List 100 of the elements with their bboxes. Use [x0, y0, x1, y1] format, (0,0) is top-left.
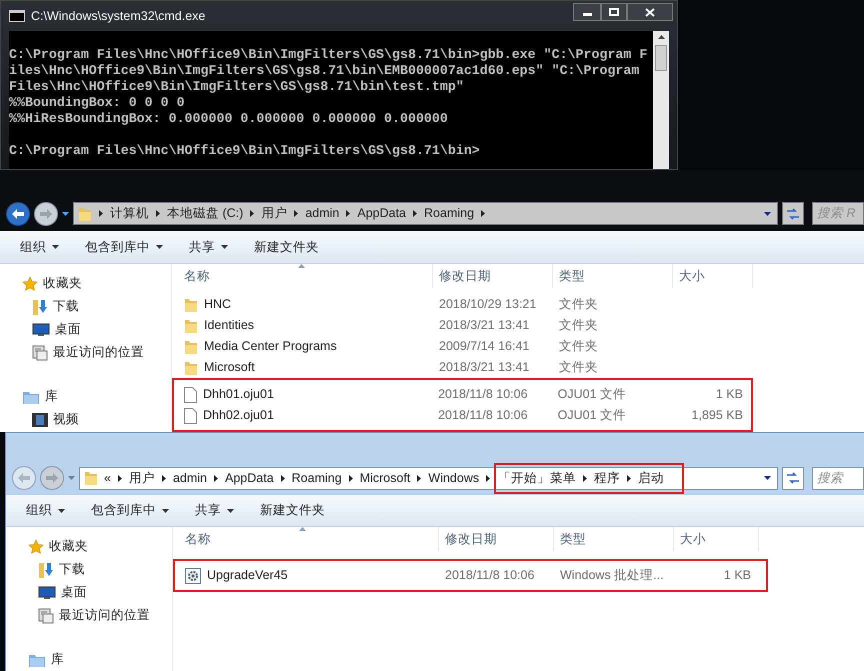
file-row[interactable]: Dhh01.oju01 2018/11/8 10:06 OJU01 文件 1 KB: [178, 384, 751, 405]
address-bar[interactable]: 计算机 本地磁盘 (C:) 用户 admin AppData Roaming: [73, 202, 778, 226]
breadcrumb-item[interactable]: 本地磁盘 (C:): [167, 204, 244, 223]
star-icon: [28, 538, 44, 554]
file-row[interactable]: UpgradeVer45 2018/11/8 10:06 Windows 批处理... 1 KB: [179, 565, 766, 586]
nav-item[interactable]: 桌面: [0, 318, 171, 341]
forward-button[interactable]: [34, 202, 58, 226]
breadcrumb-item[interactable]: admin: [305, 204, 340, 223]
breadcrumb-item[interactable]: admin: [172, 468, 207, 488]
column-header[interactable]: 修改日期: [433, 264, 553, 288]
caret-icon: [58, 508, 65, 512]
console-line: C:\Program Files\Hnc\HOffice9\Bin\ImgFilters\GS\gs8.71\bin>: [9, 143, 481, 159]
chevron-icon: [417, 474, 422, 482]
chevron-icon: [627, 474, 632, 482]
breadcrumb-item[interactable]: 「开始」菜单: [498, 468, 576, 488]
file-row[interactable]: Media Center Programs 2009/7/14 16:41 文件夹: [178, 336, 864, 357]
file-row[interactable]: Dhh02.oju01 2018/11/8 10:06 OJU01 文件 1,895 KB: [178, 405, 751, 426]
console-line: iles\Hnc\HOffice9\Bin\ImgFilters\GS\gs8.71\bin\EMB000007ac1d60.eps" "C:\Program: [9, 63, 640, 79]
nav-item[interactable]: 桌面: [6, 581, 172, 604]
refresh-button[interactable]: [782, 466, 804, 490]
chevron-icon: [118, 474, 122, 482]
nav-item[interactable]: 收藏夹: [6, 535, 172, 558]
breadcrumb-item[interactable]: 用户: [261, 204, 288, 223]
breadcrumb-item[interactable]: AppData: [225, 468, 274, 488]
toolbar-button[interactable]: 包含到库中: [83, 498, 177, 524]
window-title: C:\Windows\system32\cmd.exe: [31, 8, 206, 25]
toolbar-button[interactable]: 新建文件夹: [246, 234, 327, 260]
chevron-icon: [214, 474, 218, 482]
chevron-icon: [162, 474, 166, 482]
download-folder-icon: [38, 560, 54, 578]
toolbar-button[interactable]: 组织: [18, 498, 73, 524]
column-header[interactable]: 名称: [178, 264, 433, 288]
breadcrumb-item[interactable]: Windows: [428, 468, 480, 488]
toolbar-button[interactable]: 包含到库中: [77, 234, 171, 260]
toolbar-button[interactable]: 组织: [12, 234, 67, 260]
file-type: 文件夹: [559, 339, 598, 354]
column-header[interactable]: 类型: [554, 527, 674, 551]
file-size: 1 KB: [724, 568, 751, 582]
nav-item[interactable]: 收藏夹: [0, 272, 171, 295]
breadcrumb-item[interactable]: AppData: [357, 204, 406, 223]
console-line: %%HiResBoundingBox: 0.000000 0.000000 0.000000 0.000000: [9, 111, 449, 127]
download-folder-icon: [32, 298, 48, 316]
toolbar-button[interactable]: 共享: [181, 234, 236, 260]
close-button[interactable]: [627, 3, 673, 21]
nav-item[interactable]: 库: [6, 648, 172, 671]
breadcrumb-item[interactable]: Microsoft: [360, 468, 410, 488]
column-header[interactable]: 大小: [673, 264, 753, 288]
minimize-icon: [582, 13, 592, 16]
breadcrumb-item[interactable]: 用户: [128, 468, 155, 488]
column-header[interactable]: 类型: [553, 264, 673, 288]
file-size: 1,895 KB: [692, 408, 743, 422]
refresh-button[interactable]: [782, 202, 804, 226]
nav-item[interactable]: 库: [0, 385, 171, 408]
refresh-icon: [786, 208, 800, 220]
scroll-up-icon: [658, 35, 664, 39]
caret-icon: [764, 476, 771, 480]
file-date: 2018/3/21 13:41: [439, 360, 530, 374]
scrollbar-thumb[interactable]: [655, 45, 667, 71]
caret-icon: [764, 212, 771, 216]
file-date: 2018/3/21 13:41: [439, 318, 530, 332]
column-header[interactable]: 修改日期: [439, 527, 554, 551]
nav-item[interactable]: 最近访问的位置: [0, 341, 171, 364]
breadcrumb-item[interactable]: 程序: [594, 468, 620, 488]
maximize-button[interactable]: [601, 3, 627, 21]
file-name: Dhh02.oju01: [203, 407, 274, 424]
folder-icon: [184, 318, 198, 334]
caret-icon: [221, 245, 228, 250]
file-row[interactable]: HNC 2018/10/29 13:21 文件夹: [178, 294, 864, 315]
minimize-button[interactable]: [573, 3, 601, 21]
nav-item[interactable]: 视频: [0, 408, 171, 431]
column-header[interactable]: 大小: [674, 527, 759, 551]
file-row[interactable]: Identities 2018/3/21 13:41 文件夹: [178, 315, 864, 336]
file-name: UpgradeVer45: [207, 567, 288, 584]
chevron-icon: [348, 474, 353, 482]
file-date: 2018/11/8 10:06: [438, 408, 528, 422]
console-icon: [9, 10, 25, 22]
film-icon: [32, 412, 48, 426]
close-icon: [645, 8, 655, 16]
nav-item[interactable]: 最近访问的位置: [6, 604, 172, 627]
refresh-icon: [786, 472, 800, 484]
caret-icon: [68, 476, 75, 480]
column-header[interactable]: 名称: [179, 527, 439, 551]
file-name: HNC: [204, 296, 232, 314]
scrollbar[interactable]: [653, 31, 669, 169]
chevron-icon: [280, 474, 285, 482]
nav-item[interactable]: 下载: [0, 295, 171, 318]
toolbar-button[interactable]: 共享: [187, 498, 242, 524]
file-row[interactable]: Microsoft 2018/3/21 13:41 文件夹: [178, 357, 864, 378]
file-type: OJU01 文件: [558, 387, 626, 402]
breadcrumb-item[interactable]: Roaming: [292, 468, 342, 488]
breadcrumb-item[interactable]: 启动: [638, 468, 664, 488]
back-button[interactable]: [6, 202, 30, 226]
recent-places-icon: [38, 608, 54, 624]
file-type: Windows 批处理...: [560, 568, 664, 582]
folder-icon: [78, 206, 92, 222]
nav-item[interactable]: 下载: [6, 558, 172, 581]
breadcrumb-item[interactable]: 计算机: [110, 204, 149, 223]
breadcrumb-item[interactable]: Roaming: [424, 204, 474, 223]
overflow-chevrons[interactable]: «: [104, 468, 111, 488]
toolbar-button[interactable]: 新建文件夹: [252, 498, 333, 524]
